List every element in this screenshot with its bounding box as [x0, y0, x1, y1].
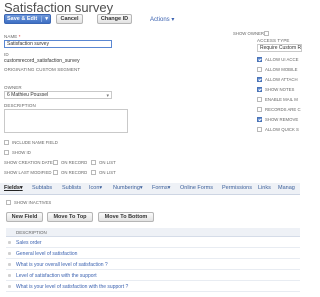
allow-attach-label: ALLOW ATTACH — [265, 77, 298, 82]
description-label: DESCRIPTION — [4, 103, 36, 108]
include-name-field-label: INCLUDE NAME FIELD — [12, 140, 58, 145]
enable-mail-checkbox[interactable] — [257, 97, 262, 102]
owner-label: OWNER — [4, 85, 22, 90]
drag-handle-icon[interactable] — [8, 252, 11, 255]
new-field-button[interactable]: New Field — [6, 212, 43, 222]
save-edit-label: Save & Edit — [6, 16, 38, 22]
owner-select[interactable]: 6 Mathieu Poussel ▾ — [4, 91, 112, 99]
id-value: customrecord_satisfaction_survey — [4, 58, 80, 64]
move-to-top-button[interactable]: Move To Top — [47, 212, 93, 222]
show-notes-checkbox[interactable] — [257, 87, 262, 92]
tab-sublists[interactable]: Sublists — [62, 185, 81, 191]
allow-ui-access-checkbox[interactable] — [257, 57, 262, 62]
originating-segment-label: ORIGINATING CUSTOM SEGMENT — [4, 67, 81, 72]
cancel-button[interactable]: Cancel — [56, 14, 83, 24]
chevron-down-icon: ▾ — [106, 93, 109, 99]
tab-permissions[interactable]: Permissions — [222, 185, 252, 191]
show-inactives-checkbox[interactable] — [6, 200, 11, 205]
name-label: NAME * — [4, 34, 21, 39]
name-field-value: Satisfaction survey — [7, 41, 49, 47]
modified-on-list-label: ON LIST — [99, 170, 116, 175]
tab-numbering[interactable]: Numbering▾ — [113, 185, 143, 191]
enable-mail-label: ENABLE MAIL M — [265, 97, 298, 102]
save-edit-button[interactable]: Save & Edit ▾ — [4, 14, 51, 24]
tab-fields[interactable]: Fields▾ — [4, 185, 23, 191]
drag-handle-icon[interactable] — [8, 274, 11, 277]
modified-on-list-checkbox[interactable] — [91, 170, 96, 175]
row-link[interactable]: General level of satisfaction — [16, 251, 77, 257]
table-row: What is your overall level of satisfacti… — [6, 260, 300, 270]
creation-on-list-checkbox[interactable] — [91, 160, 96, 165]
show-notes-label: SHOW NOTES — [265, 87, 295, 92]
tab-icon[interactable]: Icon▾ — [89, 185, 102, 191]
row-link[interactable]: What is your level of satisfaction with … — [16, 284, 128, 290]
description-column-header: DESCRIPTION — [16, 230, 47, 235]
allow-quick-label: ALLOW QUICK S — [265, 127, 299, 132]
show-creation-date-label: SHOW CREATION DATE — [4, 160, 53, 165]
creation-on-record-label: ON RECORD — [61, 160, 88, 165]
show-remove-checkbox[interactable] — [257, 117, 262, 122]
records-are-checkbox[interactable] — [257, 107, 262, 112]
drag-handle-icon[interactable] — [8, 241, 11, 244]
show-id-checkbox[interactable] — [4, 150, 9, 155]
table-row: General level of satisfaction — [6, 249, 300, 259]
drag-handle-icon[interactable] — [8, 285, 11, 288]
move-to-bottom-button[interactable]: Move To Bottom — [98, 212, 154, 222]
chevron-down-icon[interactable]: ▾ — [41, 16, 48, 22]
show-last-modified-label: SHOW LAST MODIFIED — [4, 170, 52, 175]
include-name-field-checkbox[interactable] — [4, 140, 9, 145]
row-link[interactable]: Sales order — [16, 240, 42, 246]
chevron-down-icon: ▾ — [171, 17, 175, 23]
show-id-label: SHOW ID — [12, 150, 31, 155]
description-textarea[interactable] — [4, 109, 128, 133]
owner-select-value: 6 Mathieu Poussel — [7, 92, 49, 98]
tab-subtabs[interactable]: Subtabs — [32, 185, 52, 191]
row-link[interactable]: What is your overall level of satisfacti… — [16, 262, 108, 268]
allow-attach-checkbox[interactable] — [257, 77, 262, 82]
chevron-down-icon: ▾ — [167, 185, 171, 191]
show-owner-checkbox[interactable] — [264, 31, 269, 36]
tab-online-forms[interactable]: Online Forms — [180, 185, 213, 191]
modified-on-record-checkbox[interactable] — [53, 170, 58, 175]
modified-on-record-label: ON RECORD — [61, 170, 88, 175]
show-inactives-label: SHOW INACTIVES — [14, 200, 52, 205]
allow-ui-access-label: ALLOW UI ACCE — [265, 57, 299, 62]
creation-on-record-checkbox[interactable] — [53, 160, 58, 165]
row-link[interactable]: Level of satisfaction with the support — [16, 273, 97, 279]
table-row: Sales order — [6, 238, 300, 248]
tab-manage[interactable]: Manag — [278, 185, 295, 191]
allow-mobile-label: ALLOW MOBILE — [265, 67, 298, 72]
creation-on-list-label: ON LIST — [99, 160, 116, 165]
drag-handle-icon[interactable] — [8, 263, 11, 266]
actions-label: Actions — [150, 17, 170, 23]
table-row: What is your level of satisfaction with … — [6, 282, 300, 292]
access-type-select[interactable]: Require Custom R — [257, 44, 302, 52]
required-marker: * — [18, 34, 21, 39]
name-field[interactable]: Satisfaction survey — [4, 40, 112, 48]
chevron-down-icon: ▾ — [99, 185, 103, 191]
show-owner-label: SHOW OWNER — [233, 31, 265, 36]
chevron-down-icon: ▾ — [139, 185, 143, 191]
table-header: DESCRIPTION — [6, 228, 300, 237]
page-title: Satisfaction survey — [4, 0, 114, 15]
table-row: Level of satisfaction with the support — [6, 271, 300, 281]
chevron-down-icon: ▾ — [19, 185, 23, 191]
tab-forms[interactable]: Forms▾ — [152, 185, 170, 191]
actions-menu[interactable]: Actions ▾ — [150, 16, 174, 23]
allow-quick-checkbox[interactable] — [257, 127, 262, 132]
access-type-value: Require Custom R — [260, 45, 302, 51]
change-id-button[interactable]: Change ID — [97, 14, 132, 24]
records-are-label: RECORDS ARE C — [265, 107, 301, 112]
id-label: ID — [4, 52, 9, 57]
show-remove-label: SHOW REMOVE — [265, 117, 299, 122]
tab-links[interactable]: Links — [258, 185, 271, 191]
allow-mobile-checkbox[interactable] — [257, 67, 262, 72]
access-type-label: ACCESS TYPE — [257, 38, 290, 43]
